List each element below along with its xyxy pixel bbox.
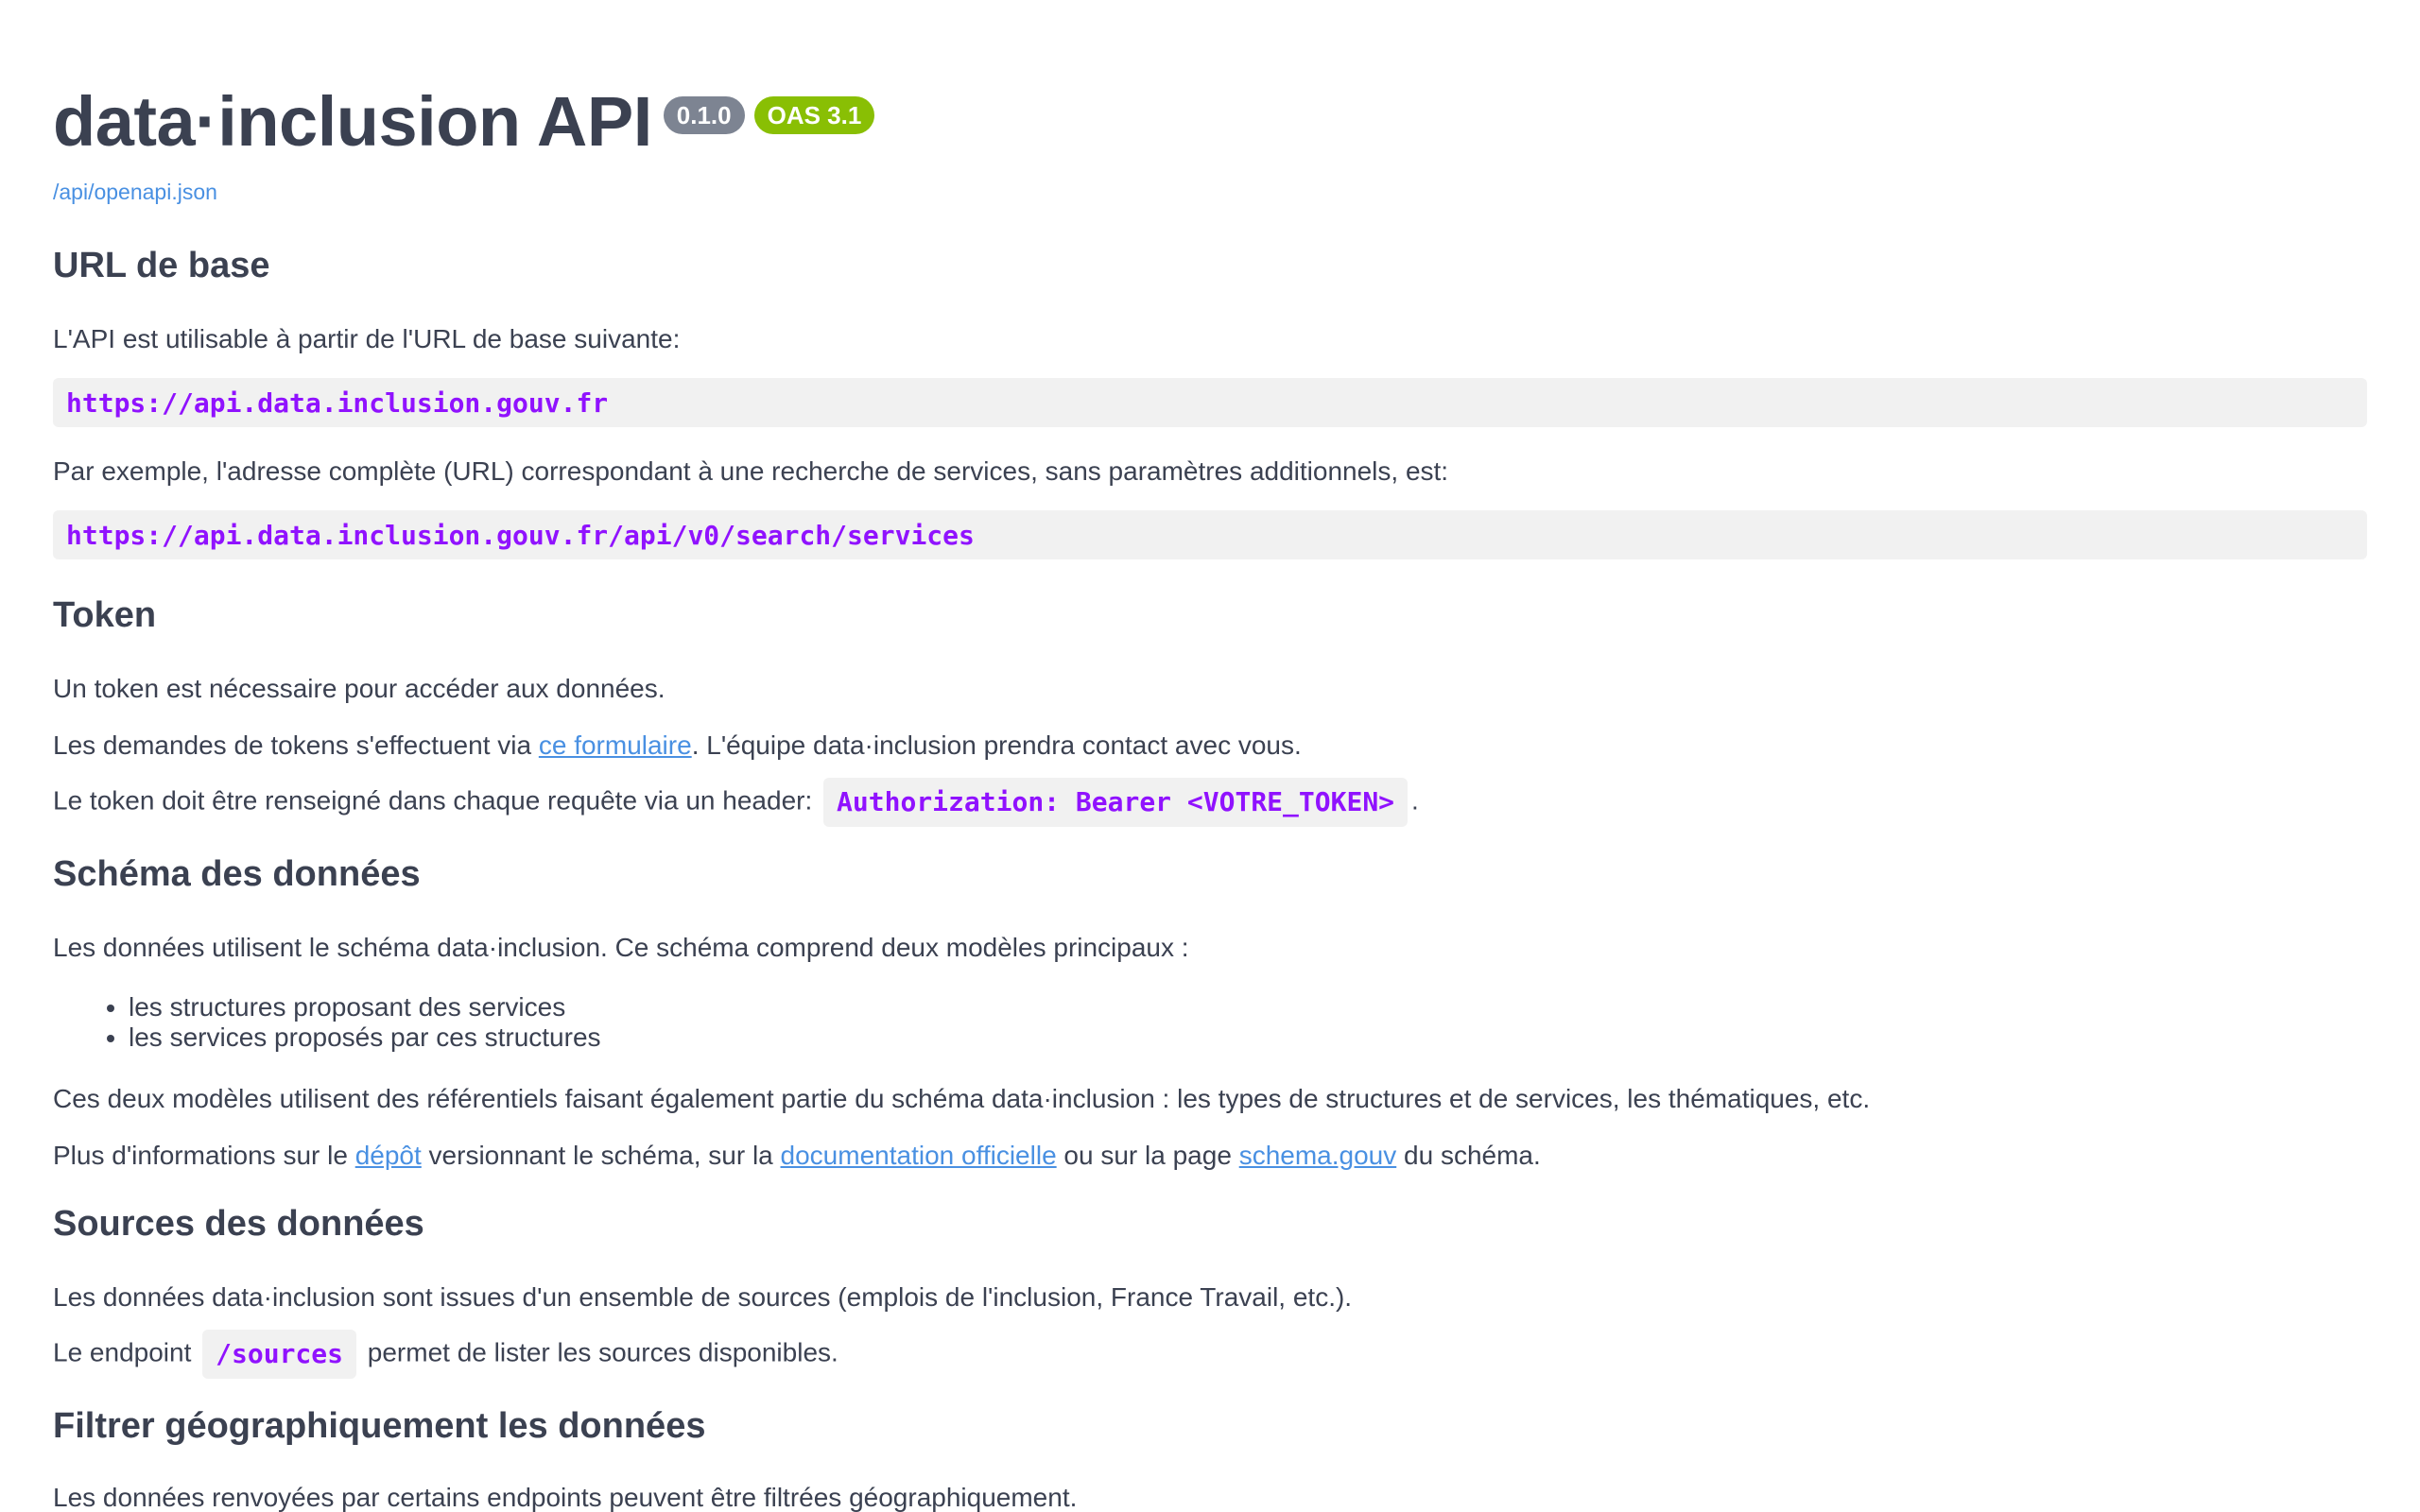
base-url-intro: L'API est utilisable à partir de l'URL d… <box>53 324 681 353</box>
token-line-3: Le token doit être renseigné dans chaque… <box>53 778 1419 827</box>
title-row: data·inclusion API 0.1.0 OAS 3.1 <box>53 82 875 161</box>
token-line-2: Les demandes de tokens s'effectuent via … <box>53 732 1302 759</box>
token-line-3-after: . <box>1411 785 1419 816</box>
geo-intro: Les données renvoyées par certains endpo… <box>53 1483 1078 1512</box>
repo-link[interactable]: dépôt <box>355 1141 422 1170</box>
sources-endpoint-code: /sources <box>202 1330 356 1379</box>
official-docs-link[interactable]: documentation officielle <box>781 1141 1057 1170</box>
example-url-code: https://api.data.inclusion.gouv.fr/api/v… <box>53 510 2367 559</box>
schema-refs: Ces deux modèles utilisent des référenti… <box>53 1084 1871 1113</box>
section-heading-sources: Sources des données <box>53 1204 424 1244</box>
example-url-code-text: https://api.data.inclusion.gouv.fr/api/v… <box>66 519 975 551</box>
list-item: les services proposés par ces structures <box>129 1022 601 1053</box>
form-link[interactable]: ce formulaire <box>539 730 692 760</box>
endpoint-before: Le endpoint <box>53 1337 199 1367</box>
section-heading-token: Token <box>53 595 157 635</box>
section-heading-schema: Schéma des données <box>53 854 421 894</box>
page-title: data·inclusion API <box>53 82 652 161</box>
section-heading-geo: Filtrer géographiquement les données <box>53 1406 706 1446</box>
version-badge: 0.1.0 <box>663 96 745 134</box>
schema-more-2: versionnant le schéma, sur la <box>421 1141 781 1170</box>
api-docs-page: data·inclusion API 0.1.0 OAS 3.1 /api/op… <box>0 0 2420 1512</box>
token-line-1: Un token est nécessaire pour accéder aux… <box>53 674 666 703</box>
schema-intro: Les données utilisent le schéma data·inc… <box>53 933 1189 962</box>
token-line-2-after: . L'équipe data·inclusion prendra contac… <box>691 730 1302 760</box>
auth-header-code: Authorization: Bearer <VOTRE_TOKEN> <box>823 778 1409 827</box>
oas-badge: OAS 3.1 <box>753 96 875 134</box>
schema-more-4: du schéma. <box>1396 1141 1541 1170</box>
example-text: Par exemple, l'adresse complète (URL) co… <box>53 456 1449 486</box>
schema-models-list: les structures proposant des services le… <box>53 992 601 1053</box>
endpoint-after: permet de lister les sources disponibles… <box>360 1337 838 1367</box>
sources-endpoint-line: Le endpoint /sources permet de lister le… <box>53 1330 838 1379</box>
section-heading-base-url: URL de base <box>53 246 270 285</box>
schema-more-3: ou sur la page <box>1056 1141 1239 1170</box>
base-url-code: https://api.data.inclusion.gouv.fr <box>53 378 2367 427</box>
schema-gouv-link[interactable]: schema.gouv <box>1239 1141 1397 1170</box>
openapi-spec-link[interactable]: /api/openapi.json <box>53 180 217 205</box>
base-url-code-text: https://api.data.inclusion.gouv.fr <box>66 387 609 419</box>
sources-intro: Les données data·inclusion sont issues d… <box>53 1282 1353 1312</box>
token-line-2-before: Les demandes de tokens s'effectuent via <box>53 730 539 760</box>
schema-more-info: Plus d'informations sur le dépôt version… <box>53 1143 1541 1169</box>
list-item: les structures proposant des services <box>129 992 601 1022</box>
schema-more-1: Plus d'informations sur le <box>53 1141 355 1170</box>
token-line-3-before: Le token doit être renseigné dans chaque… <box>53 785 821 816</box>
